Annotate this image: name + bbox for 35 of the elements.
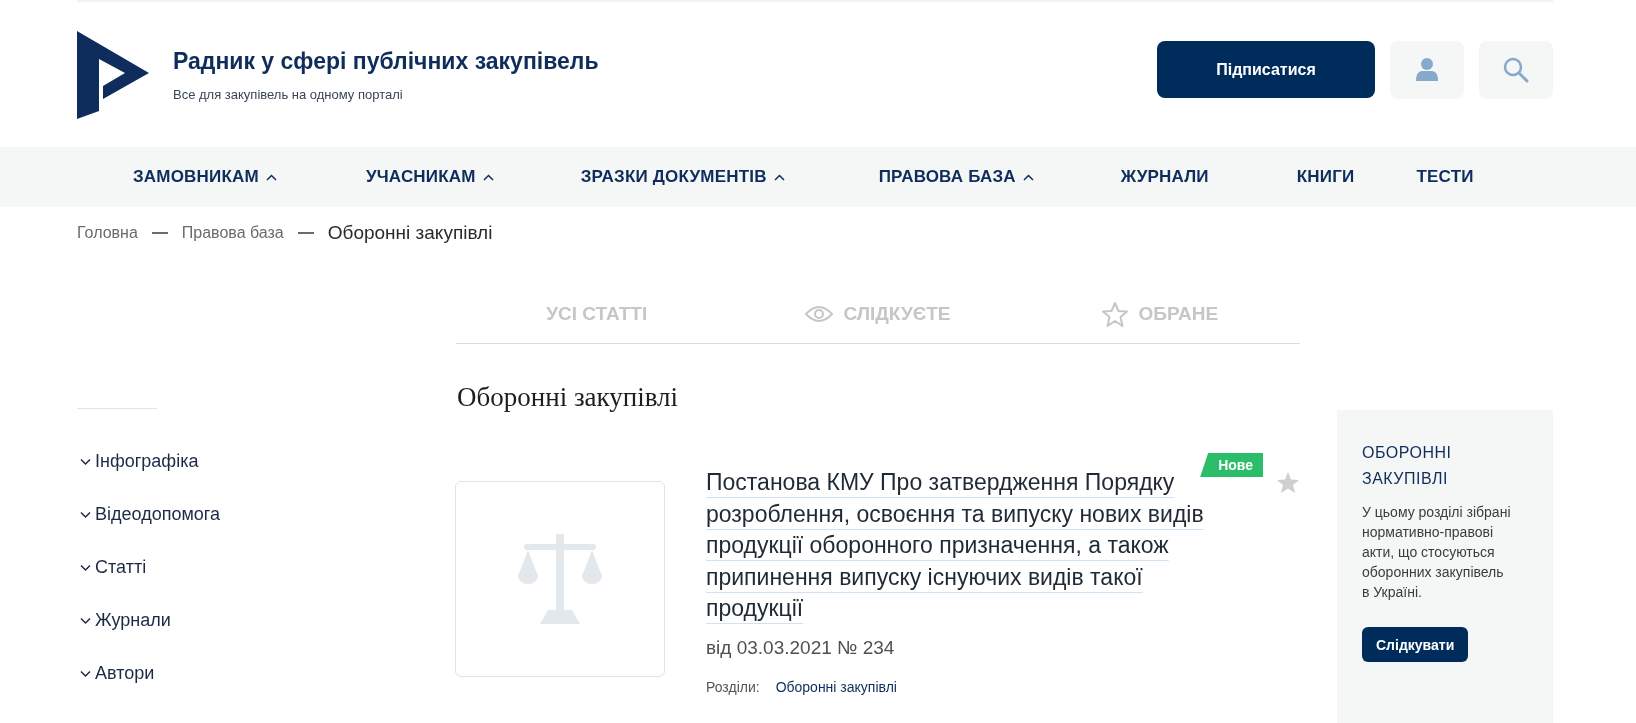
nav-link[interactable]: ЗАМОВНИКАМ (133, 167, 277, 187)
nav-link[interactable]: ТЕСТИ (1416, 167, 1474, 187)
account-button[interactable] (1390, 40, 1464, 99)
scales-icon (518, 534, 602, 624)
site-tagline: Все для закупівель на одному порталі (173, 86, 404, 102)
star-icon (1276, 471, 1300, 494)
breadcrumb-current: Оборонні закупівлі (327, 222, 493, 244)
search-icon (1503, 56, 1529, 83)
sections-label: Розділи: (706, 678, 760, 695)
star-icon (1100, 300, 1129, 328)
new-badge: Нове (1200, 453, 1263, 477)
nav-link[interactable]: ЖУРНАЛИ (1120, 167, 1209, 187)
article-date: від 03.03.2021 № 234 (706, 636, 896, 659)
subscribe-button[interactable]: Підписатися (1157, 41, 1375, 98)
follow-button[interactable]: Слідкувати (1362, 627, 1469, 662)
panel-title: ОБОРОННІ ЗАКУПІВЛІ (1362, 443, 1453, 489)
user-icon (1416, 56, 1438, 83)
site-title[interactable]: Радник у сфері публічних закупівель (173, 47, 599, 75)
nav-link[interactable]: ПРАВОВА БАЗА (878, 167, 1034, 187)
nav-link[interactable]: КНИГИ (1296, 167, 1355, 187)
section-link[interactable]: Оборонні закупівлі (775, 678, 897, 695)
page-heading: Оборонні закупівлі (457, 382, 680, 413)
panel-text: У цьому розділі зібрані нормативно-правові акти, що стосуються оборонних закупівель в Україні. (1362, 503, 1511, 602)
search-button[interactable] (1479, 40, 1553, 99)
sidebar-item[interactable]: Журнали (77, 594, 171, 647)
breadcrumb-link[interactable]: Головна (77, 224, 138, 242)
breadcrumb-link[interactable]: Правова база (181, 224, 284, 242)
sidebar-item[interactable]: Відеодопомога (77, 488, 220, 541)
nav-link[interactable]: ЗРАЗКИ ДОКУМЕНТІВ (580, 167, 785, 187)
sidebar-item[interactable]: Статті (77, 541, 147, 594)
eye-icon (805, 304, 834, 324)
logo-icon (77, 30, 149, 119)
nav-link[interactable]: УЧАСНИКАМ (365, 167, 494, 187)
sidebar-item[interactable]: Інфографіка (77, 435, 199, 488)
sidebar-item[interactable]: Автори (77, 647, 155, 700)
